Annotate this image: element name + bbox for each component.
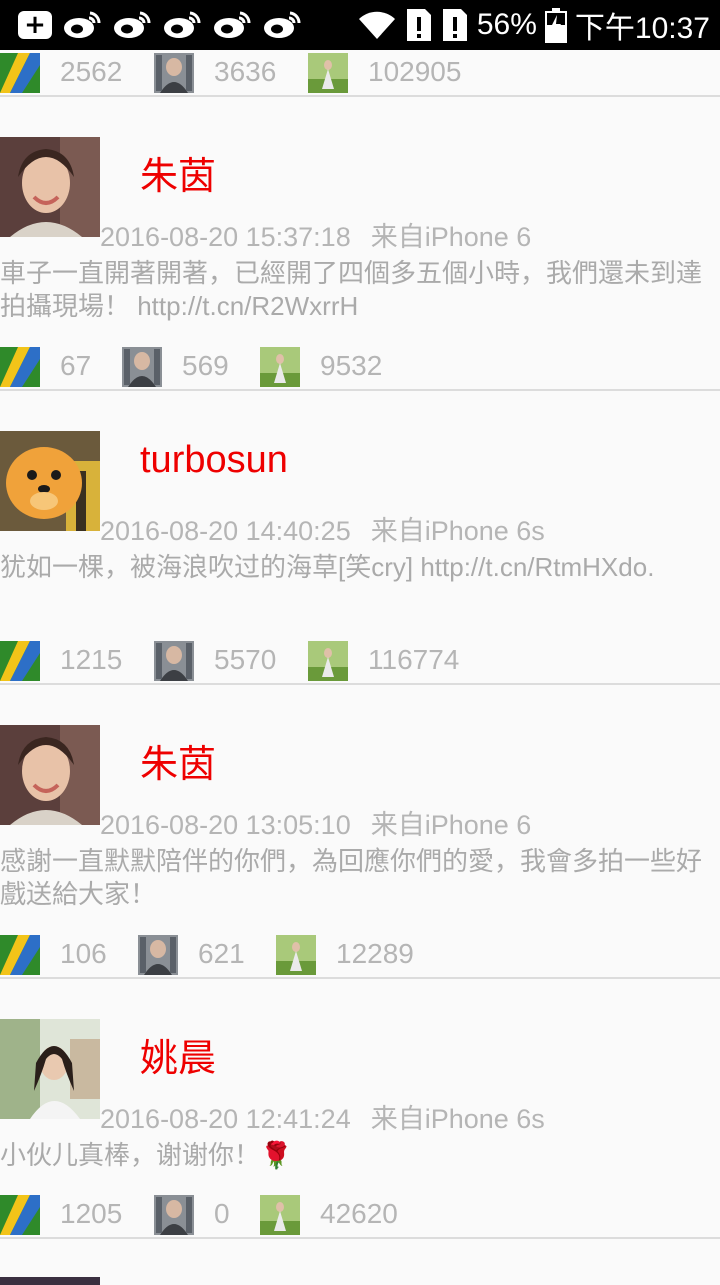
comment-count: 5570 xyxy=(214,644,277,675)
post-source: 来自iPhone 6s xyxy=(370,1104,545,1134)
repost-icon[interactable] xyxy=(0,935,40,975)
battery-percent: 56% xyxy=(476,8,537,41)
post-item[interactable]: 姚晨 2016-08-20 12:41:24 来自iPhone 6s 小伙儿真棒，… xyxy=(0,979,720,1239)
weibo-icon xyxy=(112,9,152,41)
post-meta: 2016-08-20 14:40:25 来自iPhone 6s xyxy=(100,509,545,548)
repost-icon[interactable] xyxy=(0,347,40,387)
like-icon[interactable] xyxy=(308,53,348,93)
comment-count: 569 xyxy=(182,350,229,381)
clock: 下午10:37 xyxy=(574,12,710,45)
like-count: 116774 xyxy=(368,644,460,675)
comment-count: 0 xyxy=(214,1198,230,1229)
like-icon[interactable] xyxy=(308,641,348,681)
comment-icon[interactable] xyxy=(154,641,194,681)
post-content[interactable]: 小伙儿真棒，谢谢你！🌹 xyxy=(0,1139,715,1172)
post-source: 来自iPhone 6 xyxy=(370,222,532,252)
post-time: 2016-08-20 12:41:24 xyxy=(100,1104,351,1134)
weibo-icon xyxy=(62,9,102,41)
sim-alert-icon xyxy=(405,7,433,43)
repost-count: 67 xyxy=(60,350,92,381)
post-meta: 2016-08-20 12:41:24 来自iPhone 6s xyxy=(100,1097,545,1136)
post-item[interactable] xyxy=(0,1239,720,1285)
battery-charging-icon xyxy=(544,7,567,43)
like-icon[interactable] xyxy=(276,935,316,975)
post-content[interactable]: 犹如一棵，被海浪吹过的海草[笑cry] http://t.cn/RtmHXdo. xyxy=(0,551,715,584)
user-name[interactable]: 朱茵 xyxy=(140,145,216,200)
weibo-feed[interactable]: 2562 3636 102905 朱茵 2016-08-20 15:37:18 来… xyxy=(0,50,720,1285)
weibo-icon xyxy=(162,9,202,41)
repost-count: 106 xyxy=(60,938,107,969)
post-stats: 1205 0 42620 xyxy=(0,1192,720,1237)
comment-icon[interactable] xyxy=(138,935,178,975)
user-name[interactable]: turbosun xyxy=(140,439,288,482)
comment-icon[interactable] xyxy=(122,347,162,387)
post-content[interactable]: 車子一直開著開著，已經開了四個多五個小時，我們還未到達拍攝現場！ http://… xyxy=(0,257,715,323)
post-item[interactable]: turbosun 2016-08-20 14:40:25 来自iPhone 6s … xyxy=(0,391,720,685)
sim-alert-icon xyxy=(441,7,469,43)
user-name[interactable]: 姚晨 xyxy=(140,1027,216,1082)
status-bar: + 56% 下午10:37 xyxy=(0,0,720,50)
repost-icon[interactable] xyxy=(0,641,40,681)
repost-count: 1215 xyxy=(60,644,123,675)
comment-icon[interactable] xyxy=(154,53,194,93)
post-stats: 1215 5570 116774 xyxy=(0,638,720,683)
avatar[interactable] xyxy=(0,1277,100,1285)
wifi-icon xyxy=(357,9,397,41)
post-stats: 106 621 12289 xyxy=(0,932,720,977)
comment-icon[interactable] xyxy=(154,1195,194,1235)
weibo-icon xyxy=(212,9,252,41)
repost-count: 2562 xyxy=(60,56,123,87)
repost-icon[interactable] xyxy=(0,1195,40,1235)
avatar[interactable] xyxy=(0,137,100,237)
like-count: 9532 xyxy=(320,350,383,381)
post-meta: 2016-08-20 15:37:18 来自iPhone 6 xyxy=(100,215,531,254)
like-icon[interactable] xyxy=(260,1195,300,1235)
weibo-icon xyxy=(262,9,302,41)
avatar[interactable] xyxy=(0,725,100,825)
like-count: 102905 xyxy=(368,56,462,87)
post-source: 来自iPhone 6s xyxy=(370,516,545,546)
like-count: 42620 xyxy=(320,1198,398,1229)
comment-count: 3636 xyxy=(214,56,277,87)
post-meta: 2016-08-20 13:05:10 来自iPhone 6 xyxy=(100,803,531,842)
post-time: 2016-08-20 15:37:18 xyxy=(100,222,351,252)
comment-count: 621 xyxy=(198,938,245,969)
like-count: 12289 xyxy=(336,938,414,969)
like-icon[interactable] xyxy=(260,347,300,387)
post-content[interactable]: 感謝一直默默陪伴的你們，為回應你們的愛，我會多拍一些好戲送給大家！ xyxy=(0,845,715,911)
user-name[interactable]: 朱茵 xyxy=(140,733,216,788)
post-item[interactable]: 朱茵 2016-08-20 13:05:10 来自iPhone 6 感謝一直默默陪… xyxy=(0,685,720,979)
post-stats: 2562 3636 102905 xyxy=(0,50,720,95)
post-source: 来自iPhone 6 xyxy=(370,810,532,840)
post-time: 2016-08-20 14:40:25 xyxy=(100,516,351,546)
post-stats: 67 569 9532 xyxy=(0,344,720,389)
plus-square-icon: + xyxy=(18,11,52,39)
avatar[interactable] xyxy=(0,431,100,531)
post-item[interactable]: 朱茵 2016-08-20 15:37:18 来自iPhone 6 車子一直開著開… xyxy=(0,97,720,391)
avatar[interactable] xyxy=(0,1019,100,1119)
post-time: 2016-08-20 13:05:10 xyxy=(100,810,351,840)
repost-icon[interactable] xyxy=(0,53,40,93)
repost-count: 1205 xyxy=(60,1198,123,1229)
